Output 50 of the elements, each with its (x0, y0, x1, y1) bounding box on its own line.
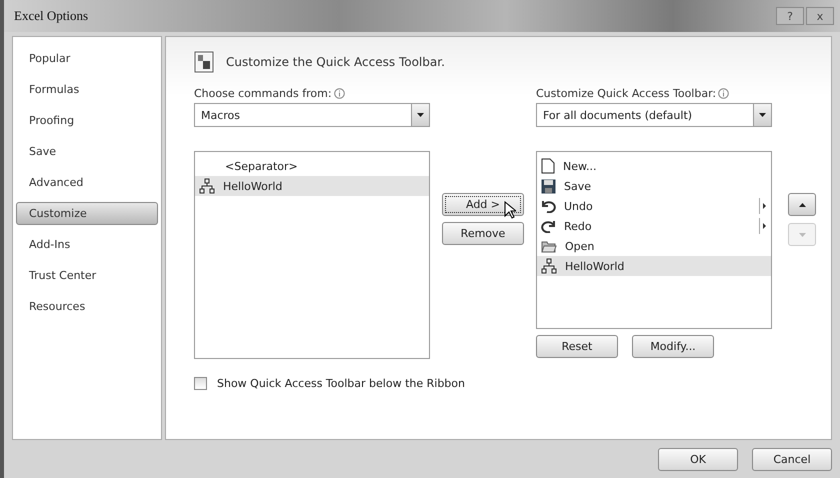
dropdown[interactable]: Macros (194, 103, 430, 127)
sidebar-item[interactable]: Trust Center (16, 264, 158, 287)
info-icon (718, 88, 730, 98)
sidebar-item[interactable]: Save (16, 140, 158, 163)
reset-button[interactable]: Reset (536, 335, 618, 358)
list-item[interactable]: HelloWorld (537, 256, 771, 276)
redo-icon (541, 219, 556, 233)
field-label: Choose commands from: (194, 86, 332, 100)
sidebar-item[interactable]: Formulas (16, 78, 158, 101)
caret-up-icon (798, 202, 806, 206)
help-button[interactable]: ? (776, 7, 804, 25)
modify-button[interactable]: Modify... (632, 335, 714, 358)
sidebar-item[interactable]: Advanced (16, 171, 158, 194)
sidebar-item[interactable]: Customize (16, 202, 158, 225)
sidebar-item[interactable]: Add-Ins (16, 233, 158, 256)
window-title: Excel Options (14, 8, 88, 24)
dropdown-button[interactable] (753, 104, 771, 126)
flowchart-icon (541, 258, 557, 274)
list-item[interactable]: Redo (537, 216, 771, 236)
cancel-button[interactable]: Cancel (752, 448, 832, 470)
list-item[interactable]: Open (537, 236, 771, 256)
checkbox-label: Show Quick Access Toolbar below the Ribbon (217, 377, 465, 390)
flowchart-icon (199, 178, 215, 194)
list-item[interactable]: <Separator> (195, 156, 429, 176)
close-button[interactable]: x (806, 7, 834, 25)
dropdown[interactable]: For all documents (default) (536, 103, 772, 127)
ok-button[interactable]: OK (658, 448, 738, 470)
dropdown-button[interactable] (411, 104, 429, 126)
list-item[interactable]: Save (537, 176, 771, 196)
document-icon (541, 158, 555, 174)
section-heading: Customize the Quick Access Toolbar. (226, 55, 445, 69)
remove-button[interactable]: Remove (442, 222, 524, 245)
list-item[interactable]: HelloWorld (195, 176, 429, 196)
move-up-button[interactable] (788, 193, 816, 216)
folder-icon (541, 239, 557, 253)
caret-down-icon (798, 232, 806, 236)
caret-icon (759, 113, 766, 117)
toolbar-icon (194, 51, 214, 73)
undo-icon (541, 199, 556, 213)
info-icon (334, 88, 345, 98)
field-label: Customize Quick Access Toolbar: (536, 86, 716, 100)
list-item[interactable]: New... (537, 156, 771, 176)
mouse-cursor (504, 201, 516, 219)
sidebar-item[interactable]: Popular (16, 47, 158, 70)
caret-icon (417, 113, 424, 117)
sidebar-item[interactable]: Proofing (16, 109, 158, 132)
checkbox[interactable] (194, 377, 207, 390)
sidebar-item[interactable]: Resources (16, 295, 158, 318)
list-item[interactable]: Undo (537, 196, 771, 216)
add-button[interactable]: Add > (442, 193, 524, 216)
